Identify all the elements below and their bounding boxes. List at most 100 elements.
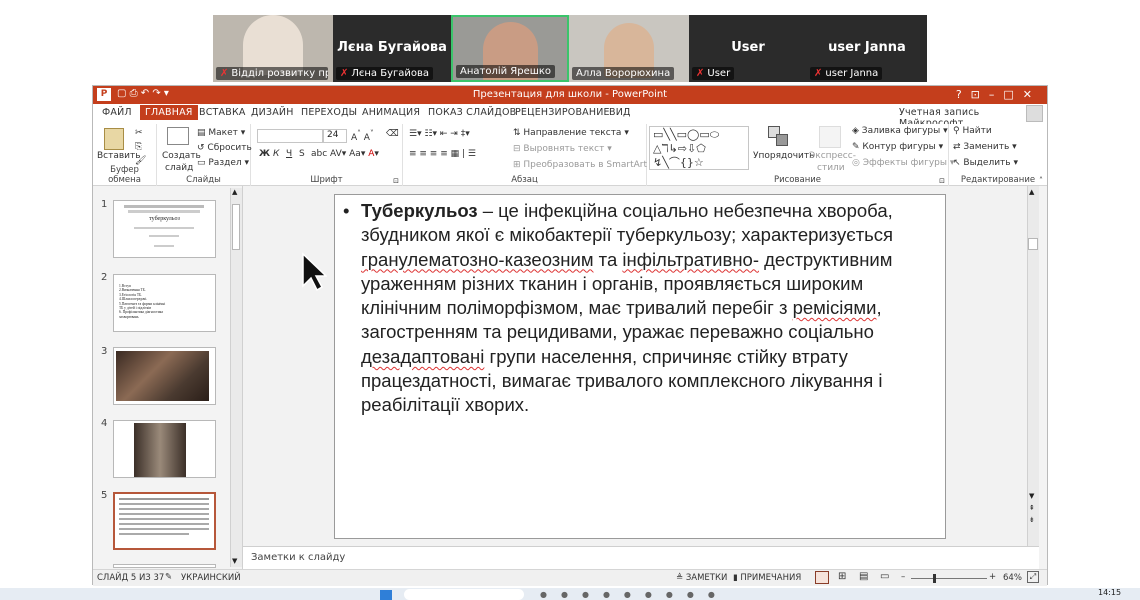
reset-button[interactable]: ↺ Сбросить: [197, 143, 252, 153]
cut-icon[interactable]: ✂: [135, 128, 143, 138]
account-avatar[interactable]: [1026, 105, 1043, 122]
font-name-input[interactable]: [257, 129, 323, 143]
group-clipboard: Вставить ✂ ⎘ 🖌 Буфер обмена: [93, 124, 157, 186]
participant-tile-4[interactable]: Алла Ворорюхина: [569, 15, 689, 82]
select-icon: ↖: [953, 158, 964, 168]
tab-design[interactable]: ДИЗАЙН: [251, 107, 294, 118]
proofing-icon[interactable]: ✎: [165, 572, 172, 582]
smartart-button[interactable]: ⊞ Преобразовать в SmartArt ▾: [513, 160, 654, 170]
tab-file[interactable]: ФАЙЛ: [102, 107, 132, 118]
comments-button[interactable]: ▮ ПРИМЕЧАНИЯ: [733, 573, 801, 583]
zoom-in-icon[interactable]: +: [989, 572, 996, 582]
taskbar-search[interactable]: [404, 589, 524, 600]
tab-transitions[interactable]: ПЕРЕХОДЫ: [301, 107, 357, 118]
tab-slideshow[interactable]: ПОКАЗ СЛАЙДОВ: [428, 107, 516, 118]
underline-button[interactable]: Ч: [286, 149, 292, 159]
bullet: •: [343, 200, 350, 221]
text-direction-button[interactable]: ⇅ Направление текста ▾: [513, 128, 629, 138]
next-slide-icon[interactable]: ⇟: [1029, 516, 1035, 524]
tab-animation[interactable]: АНИМАЦИЯ: [362, 107, 420, 118]
arrange-button[interactable]: Упорядочить: [753, 151, 814, 161]
notes-button[interactable]: ≜ ЗАМЕТКИ: [676, 573, 727, 583]
slide-thumbnail-2[interactable]: 1.Вступ 2.Визначення ТБ. 3.Етіологія ТБ.…: [113, 274, 216, 332]
dialog-launcher-icon[interactable]: ⊡: [393, 177, 399, 185]
shape-fill-icon: ◈: [852, 126, 862, 136]
scroll-thumb[interactable]: [232, 204, 240, 250]
find-button[interactable]: ⚲ Найти: [953, 126, 992, 136]
font-grow-icon[interactable]: A˄ A˅: [351, 129, 374, 143]
font-more-icons[interactable]: abc AV▾ Aa▾ A▾: [311, 149, 379, 159]
bold-button[interactable]: Ж: [259, 149, 270, 159]
group-slides: Создать слайд ▤ Макет ▾ ↺ Сбросить ▭ Раз…: [157, 124, 252, 186]
shape-fill-button[interactable]: ◈ Заливка фигуры ▾: [852, 126, 948, 136]
ribbon-display-button[interactable]: ⊡: [971, 88, 989, 101]
zoom-slider[interactable]: [911, 574, 987, 583]
new-slide-button-line2[interactable]: слайд: [165, 163, 193, 173]
new-slide-button[interactable]: Создать: [162, 151, 201, 161]
participant-big-name: Лєна Бугайова: [337, 40, 447, 55]
notes-pane[interactable]: Заметки к слайду: [243, 546, 1039, 569]
zoom-slider-thumb[interactable]: [933, 574, 936, 583]
participant-tile-3-active[interactable]: Анатолій Ярешко: [451, 15, 569, 82]
start-icon[interactable]: [380, 590, 392, 600]
tab-view[interactable]: ВИД: [609, 107, 631, 118]
shadow-button[interactable]: S: [299, 149, 305, 159]
maximize-button[interactable]: □: [1003, 88, 1022, 101]
slide-text-box[interactable]: • Туберкульоз – це інфекційна соціально …: [343, 199, 933, 418]
normal-view-icon[interactable]: [815, 571, 829, 584]
tab-home[interactable]: ГЛАВНАЯ: [140, 105, 198, 120]
participant-name: Алла Ворорюхина: [576, 68, 671, 79]
quick-styles-button-line2[interactable]: стили: [817, 163, 845, 173]
clear-format-icon[interactable]: ⌫: [386, 129, 399, 139]
layout-button[interactable]: ▤ Макет ▾: [197, 128, 245, 138]
shape-outline-button[interactable]: ✎ Контур фигуры ▾: [852, 142, 943, 152]
slide-thumbnail-6-partial[interactable]: [113, 564, 216, 568]
italic-button[interactable]: К: [273, 149, 279, 159]
replace-button[interactable]: ⇄ Заменить ▾: [953, 142, 1017, 152]
slide-scrollbar[interactable]: ▲ ▼ ⇞ ⇟: [1027, 186, 1039, 546]
list-icons[interactable]: ☰▾ ☷▾ ⇤ ⇥ ‡▾: [409, 129, 470, 139]
dialog-launcher-icon[interactable]: ⊡: [939, 177, 945, 185]
section-button[interactable]: ▭ Раздел ▾: [197, 158, 249, 168]
tab-insert[interactable]: ВСТАВКА: [199, 107, 246, 118]
font-size-input[interactable]: 24: [323, 129, 347, 143]
slide-thumbnail-3[interactable]: [113, 347, 216, 405]
window-controls[interactable]: ?⊡–□✕: [956, 88, 1041, 101]
reading-view-icon[interactable]: ▤: [859, 571, 868, 582]
previous-slide-icon[interactable]: ⇞: [1029, 504, 1035, 512]
collapse-ribbon-icon[interactable]: ˄: [1039, 176, 1043, 185]
slide-sorter-icon[interactable]: ⊞: [838, 571, 846, 582]
taskbar-app-icons[interactable]: ●●●●●●●●●: [540, 590, 800, 600]
scroll-up-icon[interactable]: ▲: [1029, 188, 1034, 196]
slide-thumbnail-4[interactable]: [113, 420, 216, 478]
language-indicator[interactable]: УКРАИНСКИЙ: [181, 573, 241, 583]
scroll-up-icon[interactable]: ▲: [232, 188, 237, 196]
participant-tile-6[interactable]: user Janna ✗ user Janna: [807, 15, 927, 82]
scroll-thumb[interactable]: [1028, 238, 1038, 250]
align-icons[interactable]: ≡ ≡ ≡ ≡ ▦ | ☰: [409, 149, 476, 159]
zoom-level[interactable]: 64%: [1003, 573, 1022, 583]
close-button[interactable]: ✕: [1023, 88, 1041, 101]
fit-to-window-icon[interactable]: ⤢: [1027, 571, 1039, 583]
help-button[interactable]: ?: [956, 88, 971, 101]
tab-review[interactable]: РЕЦЕНЗИРОВАНИЕ: [515, 107, 610, 118]
shape-effects-button[interactable]: ◎ Эффекты фигуры ▾: [852, 158, 954, 168]
participant-tile-1[interactable]: ✗Відділ розвитку пр...: [213, 15, 333, 82]
align-text-button[interactable]: ⊟ Выровнять текст ▾: [513, 144, 612, 154]
slideshow-icon[interactable]: ▭: [880, 571, 889, 582]
slide-thumbnail-1[interactable]: туберкульоз: [113, 200, 216, 258]
participant-tile-5[interactable]: User ✗ User: [689, 15, 807, 82]
shapes-gallery[interactable]: ▭╲╲▭◯▭⬭ △ℸ↳⇨⇩⬠ ↯╲⌒{}☆: [649, 126, 749, 170]
minimize-button[interactable]: –: [989, 88, 1004, 101]
participant-tile-2[interactable]: Лєна Бугайова ✗ Лєна Бугайова: [333, 15, 451, 82]
quick-styles-button[interactable]: Экспресс-: [809, 151, 856, 161]
slide-thumbnail-5-selected[interactable]: [113, 492, 216, 550]
thumbnail-scrollbar[interactable]: ▲ ▼: [230, 188, 242, 567]
shape-effects-icon: ◎: [852, 158, 863, 168]
zoom-out-icon[interactable]: –: [901, 572, 905, 582]
slide-canvas[interactable]: • Туберкульоз – це інфекційна соціально …: [334, 194, 946, 539]
scroll-down-icon[interactable]: ▼: [232, 557, 237, 565]
scroll-down-icon[interactable]: ▼: [1029, 492, 1034, 500]
select-button[interactable]: ↖ Выделить ▾: [953, 158, 1018, 168]
copy-icon[interactable]: ⎘: [135, 142, 142, 152]
